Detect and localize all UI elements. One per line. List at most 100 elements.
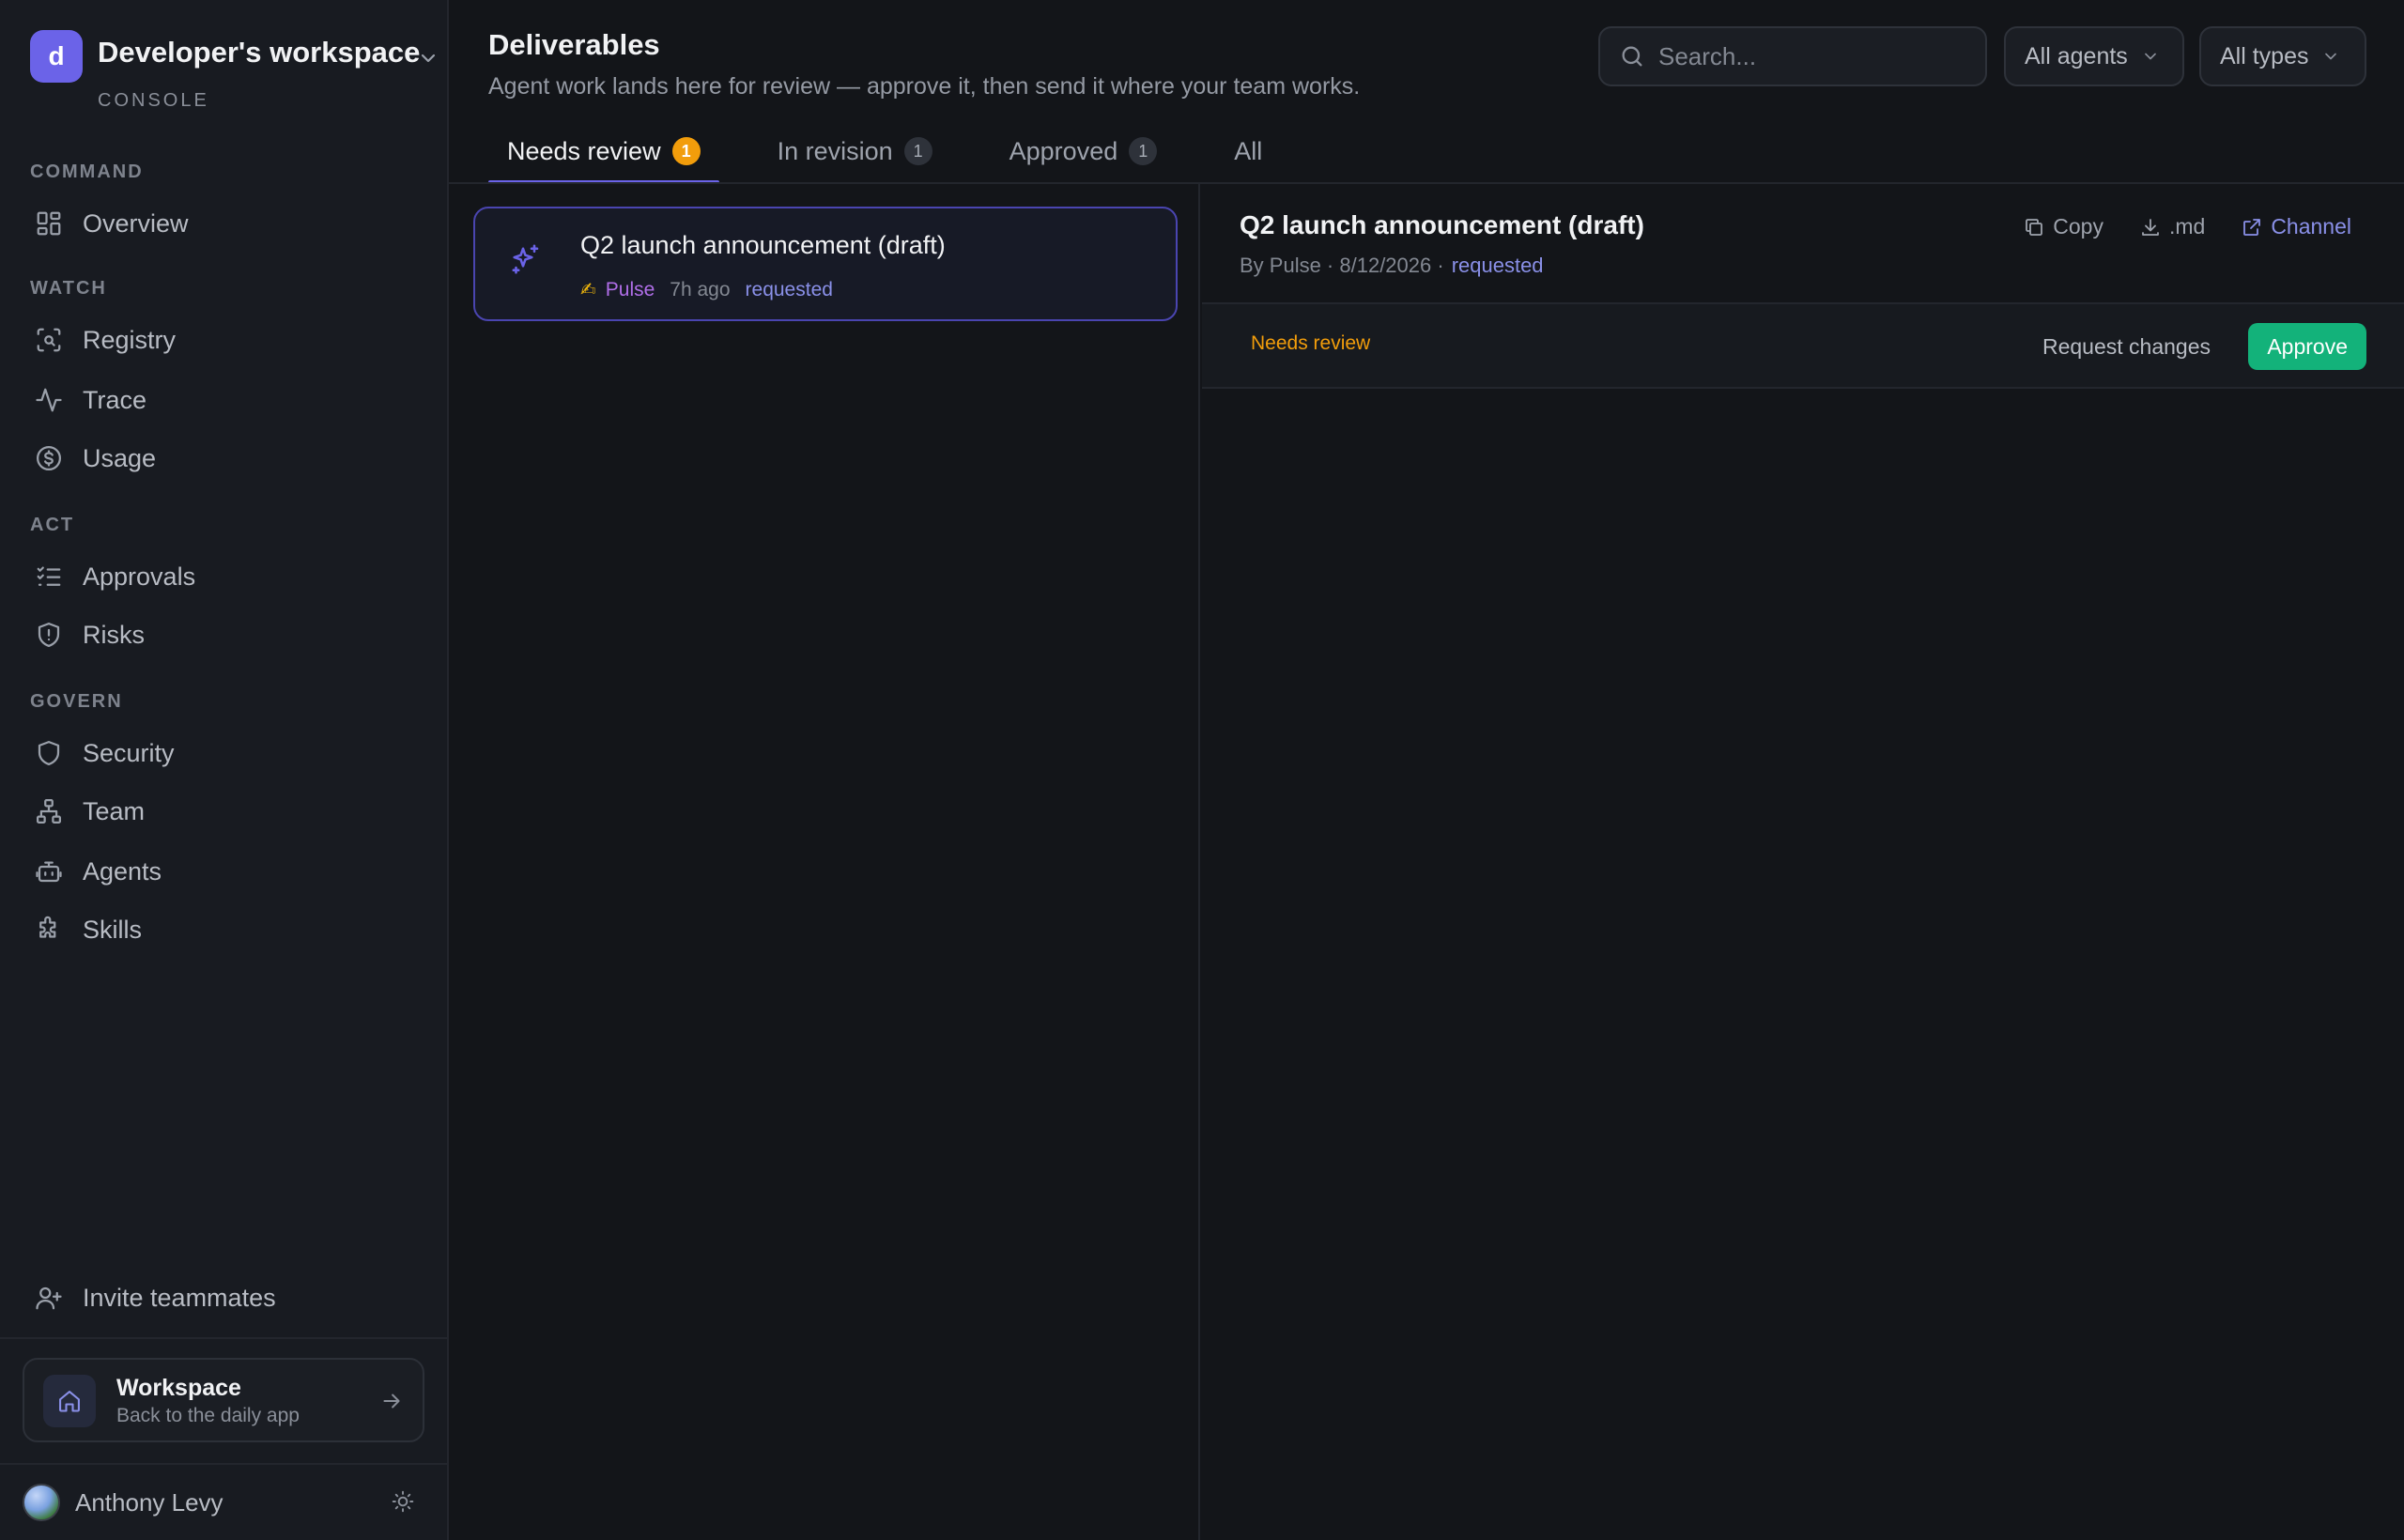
- org-chart-icon: [23, 785, 75, 838]
- workspace-link-card[interactable]: Workspace Back to the daily app: [23, 1358, 424, 1442]
- avatar: [23, 1484, 60, 1521]
- workspace-avatar: d: [30, 30, 83, 83]
- workspace-subtitle: CONSOLE: [98, 90, 209, 111]
- agents-filter-select[interactable]: All agents: [2004, 26, 2184, 86]
- chevron-down-icon: [2321, 47, 2340, 66]
- tab-needs-review[interactable]: Needs review 1: [488, 122, 719, 184]
- sidebar-item-usage[interactable]: Usage: [23, 432, 426, 485]
- bot-icon: [23, 845, 75, 898]
- tab-label: Needs review: [507, 136, 661, 165]
- review-action-bar: Needs review Request changes Approve: [1202, 304, 2404, 387]
- page-subtitle: Agent work lands here for review — appro…: [488, 73, 1361, 100]
- timestamp: 7h ago: [670, 278, 731, 300]
- sidebar-item-approvals[interactable]: Approvals: [23, 550, 426, 603]
- activity-icon: [23, 374, 75, 426]
- workspace-name: Developer's workspace: [98, 36, 421, 69]
- tab-in-revision[interactable]: In revision 1: [759, 122, 951, 180]
- page-title: Deliverables: [488, 28, 660, 61]
- send-to-channel-button[interactable]: Channel: [2241, 214, 2351, 239]
- agents-filter-value: All agents: [2025, 42, 2128, 69]
- user-name: Anthony Levy: [75, 1487, 223, 1517]
- dollar-circle-icon: [23, 432, 75, 485]
- deliverable-detail: Q2 launch announcement (draft) By Pulse …: [1202, 184, 2404, 1540]
- user-plus-icon: [23, 1271, 75, 1324]
- invite-teammates-button[interactable]: Invite teammates: [23, 1271, 426, 1324]
- tab-label: Approved: [1009, 136, 1118, 165]
- search-input[interactable]: [1658, 41, 1959, 71]
- sidebar-item-security[interactable]: Security: [23, 727, 426, 779]
- list-item[interactable]: Q2 launch announcement (draft) ✍ Pulse 7…: [473, 207, 1178, 321]
- section-label-command: COMMAND: [30, 162, 144, 182]
- user-profile[interactable]: Anthony Levy: [23, 1482, 426, 1523]
- tab-approved[interactable]: Approved 1: [991, 122, 1177, 180]
- sun-icon[interactable]: [391, 1489, 415, 1514]
- sidebar-item-label: Team: [83, 796, 146, 825]
- sidebar-item-label: Skills: [83, 915, 143, 944]
- deliverable-title: Q2 launch announcement (draft): [580, 231, 946, 259]
- external-link-icon: [2241, 216, 2263, 239]
- deliverable-meta: ✍ Pulse 7h ago requested: [580, 278, 833, 301]
- shield-alert-icon: [23, 608, 75, 661]
- download-icon: [2139, 216, 2162, 239]
- sidebar-item-label: Overview: [83, 208, 189, 238]
- sidebar-item-trace[interactable]: Trace: [23, 374, 426, 426]
- detail-title: Q2 launch announcement (draft): [1240, 210, 1644, 239]
- download-label: .md: [2168, 214, 2206, 239]
- sidebar-item-skills[interactable]: Skills: [23, 903, 426, 956]
- sidebar-item-registry[interactable]: Registry: [23, 314, 426, 366]
- checklist-icon: [23, 550, 75, 603]
- sidebar-divider: [0, 1463, 449, 1465]
- home-icon: [43, 1375, 96, 1427]
- detail-meta: By Pulse · 8/12/2026 · requested: [1240, 254, 1544, 278]
- writing-hand-icon: ✍: [580, 280, 596, 300]
- status-tabs: Needs review 1 In revision 1 Approved 1 …: [488, 122, 1320, 184]
- puzzle-icon: [23, 903, 75, 956]
- sidebar-item-team[interactable]: Team: [23, 785, 426, 838]
- scan-icon: [23, 314, 75, 366]
- sidebar-item-risks[interactable]: Risks: [23, 608, 426, 661]
- section-label-govern: GOVERN: [30, 691, 123, 712]
- search-box[interactable]: [1598, 26, 1987, 86]
- tab-label: All: [1234, 136, 1263, 165]
- deliverables-list: Q2 launch announcement (draft) ✍ Pulse 7…: [451, 184, 1200, 1540]
- download-md-button[interactable]: .md: [2139, 214, 2205, 239]
- sidebar-item-label: Risks: [83, 620, 145, 649]
- sidebar-item-overview[interactable]: Overview: [23, 197, 426, 250]
- types-filter-select[interactable]: All types: [2199, 26, 2366, 86]
- tab-count-badge: 1: [903, 137, 932, 165]
- sidebar-item-label: Trace: [83, 385, 147, 414]
- section-label-watch: WATCH: [30, 278, 107, 299]
- invite-teammates-label: Invite teammates: [83, 1283, 276, 1312]
- detail-byline: By Pulse · 8/12/2026 ·: [1240, 254, 1444, 277]
- section-label-act: ACT: [30, 515, 75, 535]
- workspace-card-title: Workspace: [116, 1375, 241, 1401]
- sidebar-item-label: Security: [83, 738, 175, 767]
- sidebar: d Developer's workspace CONSOLE COMMAND …: [0, 0, 449, 1540]
- arrow-right-icon: [379, 1389, 404, 1413]
- chevron-down-icon[interactable]: [417, 47, 439, 69]
- sidebar-item-label: Usage: [83, 443, 157, 472]
- search-icon: [1619, 43, 1645, 69]
- request-changes-button[interactable]: Request changes: [2042, 325, 2211, 368]
- channel-label: Channel: [2271, 214, 2351, 239]
- review-status-label: Needs review: [1251, 332, 1371, 354]
- workspace-switcher[interactable]: d Developer's workspace CONSOLE: [30, 30, 443, 115]
- copy-button[interactable]: Copy: [2023, 214, 2104, 239]
- sidebar-item-agents[interactable]: Agents: [23, 845, 426, 898]
- detail-divider: [1202, 387, 2404, 389]
- types-filter-value: All types: [2220, 42, 2309, 69]
- tab-label: In revision: [777, 136, 893, 165]
- sparkles-icon: [509, 242, 543, 276]
- status-badge: requested: [745, 278, 833, 300]
- agent-name: Pulse: [605, 278, 655, 300]
- sidebar-item-label: Agents: [83, 856, 162, 886]
- tab-all[interactable]: All: [1215, 122, 1281, 180]
- detail-actions: Copy .md Channel: [1987, 214, 2351, 239]
- grid-icon: [23, 197, 75, 250]
- sidebar-item-label: Approvals: [83, 562, 196, 591]
- workspace-card-subtitle: Back to the daily app: [116, 1405, 300, 1426]
- sidebar-divider: [0, 1337, 449, 1339]
- approve-button[interactable]: Approve: [2248, 323, 2366, 370]
- copy-icon: [2023, 216, 2045, 239]
- tab-count-badge: 1: [671, 137, 701, 165]
